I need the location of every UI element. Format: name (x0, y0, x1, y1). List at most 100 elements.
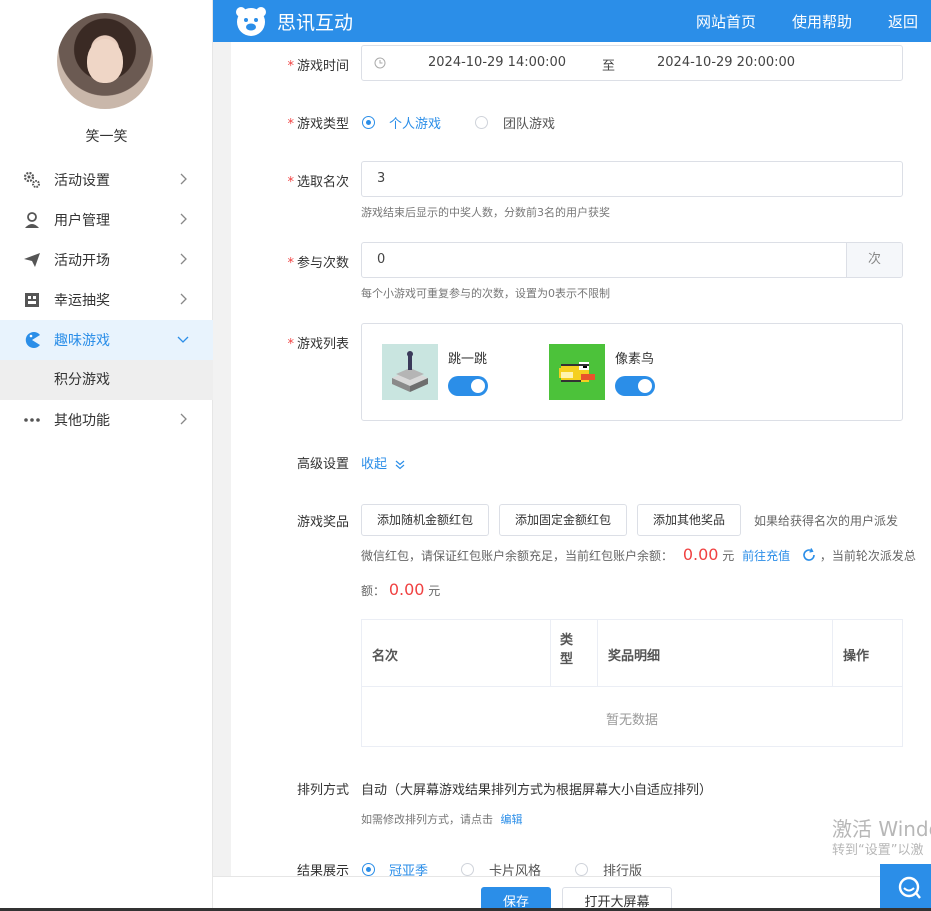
sidebar-menu: 活动设置 用户管理 活动开场 幸运抽奖 趣味游戏 积分游戏 其他功能 (0, 160, 213, 440)
range-separator: 至 (602, 59, 616, 74)
username: 笑一笑 (85, 129, 128, 145)
sidebar-item-other-functions[interactable]: 其他功能 (0, 400, 213, 440)
bear-logo-icon[interactable] (233, 3, 269, 39)
end-time-value[interactable]: 2024-10-29 20:00:00 (657, 55, 795, 70)
gears-icon (22, 170, 42, 190)
total-value: 0.00 (388, 580, 425, 599)
pick-rank-label: * 选取名次 (287, 175, 349, 190)
double-chevron-down-icon (395, 460, 405, 469)
table-header-rank: 名次 (372, 649, 399, 664)
total-text-suffix: 额： (361, 584, 386, 598)
sidebar-item-fun-games[interactable]: 趣味游戏 (0, 320, 213, 360)
table-empty-text: 暂无数据 (605, 713, 658, 728)
sidebar-item-activity-settings[interactable]: 活动设置 (0, 160, 213, 200)
balance-text: 微信红包，请保证红包账户余额充足，当前红包账户余额： (361, 549, 674, 563)
join-times-hint: 每个小游戏可重复参与的次数，设置为0表示不限制 (361, 287, 610, 300)
jump-game-thumbnail (382, 344, 438, 400)
customer-service-button[interactable] (880, 864, 931, 908)
flappy-bird-thumbnail (549, 344, 605, 400)
arrange-hint-text: 如需修改排列方式，请点击 (361, 813, 493, 826)
jump-game-icon (392, 351, 428, 392)
flappy-bird-toggle[interactable] (615, 376, 655, 396)
game-list-panel: 跳一跳 像素鸟 (361, 323, 903, 421)
advanced-collapse-link[interactable]: 收起 (361, 453, 406, 472)
game-list-label: * 游戏列表 (287, 337, 349, 352)
balance-value: 0.00 (682, 545, 719, 564)
main-content: * 游戏时间 2024-10-29 14:00:00 至 2024-10-29 2… (231, 42, 931, 911)
avatar[interactable] (57, 13, 153, 109)
table-header-detail: 奖品明细 (608, 649, 661, 664)
sidebar-item-label: 幸运抽奖 (54, 293, 110, 309)
user-icon (22, 210, 42, 230)
start-time-value[interactable]: 2024-10-29 14:00:00 (428, 55, 566, 70)
radio-champion[interactable] (362, 863, 375, 876)
chevron-down-icon (177, 336, 189, 343)
radio-team-game[interactable] (475, 116, 488, 129)
recharge-link[interactable]: 前往充值 (742, 549, 790, 563)
add-other-prize-button[interactable]: 添加其他奖品 (637, 504, 741, 536)
total-text-prefix: ，当前轮次派发总 (819, 549, 916, 563)
radio-personal-game-label[interactable]: 个人游戏 (389, 113, 441, 132)
advanced-label: 高级设置 (296, 457, 349, 472)
refresh-icon[interactable] (802, 548, 816, 562)
radio-leaderboard[interactable] (575, 863, 588, 876)
activation-watermark-hint: 转到“设置”以激 (832, 843, 924, 858)
sidebar-item-label: 其他功能 (54, 413, 110, 429)
total-line: 额： 0.00 元 (361, 580, 440, 599)
join-times-value: 0 (377, 252, 386, 267)
table-column-divider (550, 620, 551, 686)
balance-line: 微信红包，请保证红包账户余额充足，当前红包账户余额： 0.00 元 前往充值 ，… (361, 545, 916, 564)
sidebar-item-label: 活动设置 (54, 173, 110, 189)
nav-home-link[interactable]: 网站首页 (696, 11, 756, 32)
table-column-divider (597, 620, 598, 686)
sidebar-subitem-points-games[interactable]: 积分游戏 (0, 360, 213, 400)
sidebar-item-activity-opening[interactable]: 活动开场 (0, 240, 213, 280)
radio-personal-game[interactable] (362, 116, 375, 129)
sidebar-item-label: 用户管理 (54, 213, 110, 229)
arrange-hint: 如需修改排列方式，请点击 编辑 (361, 811, 523, 827)
sidebar-item-label: 活动开场 (54, 253, 110, 269)
jump-game-toggle[interactable] (448, 376, 488, 396)
paper-plane-icon (22, 250, 42, 270)
game-icon (22, 330, 42, 350)
chevron-right-icon (180, 413, 187, 425)
sidebar: 笑一笑 活动设置 用户管理 活动开场 幸运抽奖 趣味游戏 积分游戏 其他功能 (0, 0, 213, 911)
top-bar: 思讯互动 网站首页 使用帮助 返回 (213, 0, 931, 42)
join-times-suffix: 次 (846, 243, 902, 277)
pixel-bird-icon (559, 362, 595, 382)
nav-help-link[interactable]: 使用帮助 (792, 11, 852, 32)
game-time-range-picker[interactable]: 2024-10-29 14:00:00 至 2024-10-29 20:00:0… (361, 45, 903, 81)
bottom-action-bar: 保存 打开大屏幕 (213, 876, 931, 911)
radio-team-game-label[interactable]: 团队游戏 (503, 113, 555, 132)
pick-rank-hint: 游戏结束后显示的中奖人数，分数前3名的用户获奖 (361, 206, 610, 219)
sidebar-item-lucky-draw[interactable]: 幸运抽奖 (0, 280, 213, 320)
game-time-label: * 游戏时间 (287, 59, 349, 74)
add-fixed-redpacket-button[interactable]: 添加固定金额红包 (499, 504, 627, 536)
table-header-type: 类型 (560, 633, 574, 667)
nav-back-link[interactable]: 返回 (888, 11, 918, 32)
chevron-right-icon (180, 213, 187, 225)
game-type-label: * 游戏类型 (287, 117, 349, 132)
chevron-right-icon (180, 293, 187, 305)
add-random-redpacket-button[interactable]: 添加随机金额红包 (361, 504, 489, 536)
arrange-label: 排列方式 (296, 783, 349, 798)
brand-name: 思讯互动 (277, 12, 354, 34)
balance-unit: 元 (722, 549, 735, 563)
radio-card-style[interactable] (461, 863, 474, 876)
activation-watermark: 激活 Windo (832, 817, 931, 841)
arrange-value: 自动（大屏幕游戏结果排列方式为根据屏幕大小自适应排列） (361, 783, 713, 798)
sidebar-item-user-management[interactable]: 用户管理 (0, 200, 213, 240)
chevron-right-icon (180, 253, 187, 265)
game-name: 跳一跳 (448, 352, 488, 367)
join-times-input[interactable]: 0 次 (361, 242, 903, 278)
prize-table: 名次 类型 奖品明细 操作 暂无数据 (361, 619, 903, 747)
pick-rank-input[interactable]: 3 (361, 161, 903, 197)
game-name: 像素鸟 (615, 352, 655, 367)
prizes-label: 游戏奖品 (296, 515, 349, 530)
chevron-right-icon (180, 173, 187, 185)
prizes-notice-text: 如果给获得名次的用户派发 (754, 514, 899, 528)
join-times-label: * 参与次数 (287, 256, 349, 271)
clock-icon (374, 57, 386, 69)
pick-rank-value: 3 (377, 171, 386, 186)
arrange-edit-link[interactable]: 编辑 (501, 813, 523, 826)
